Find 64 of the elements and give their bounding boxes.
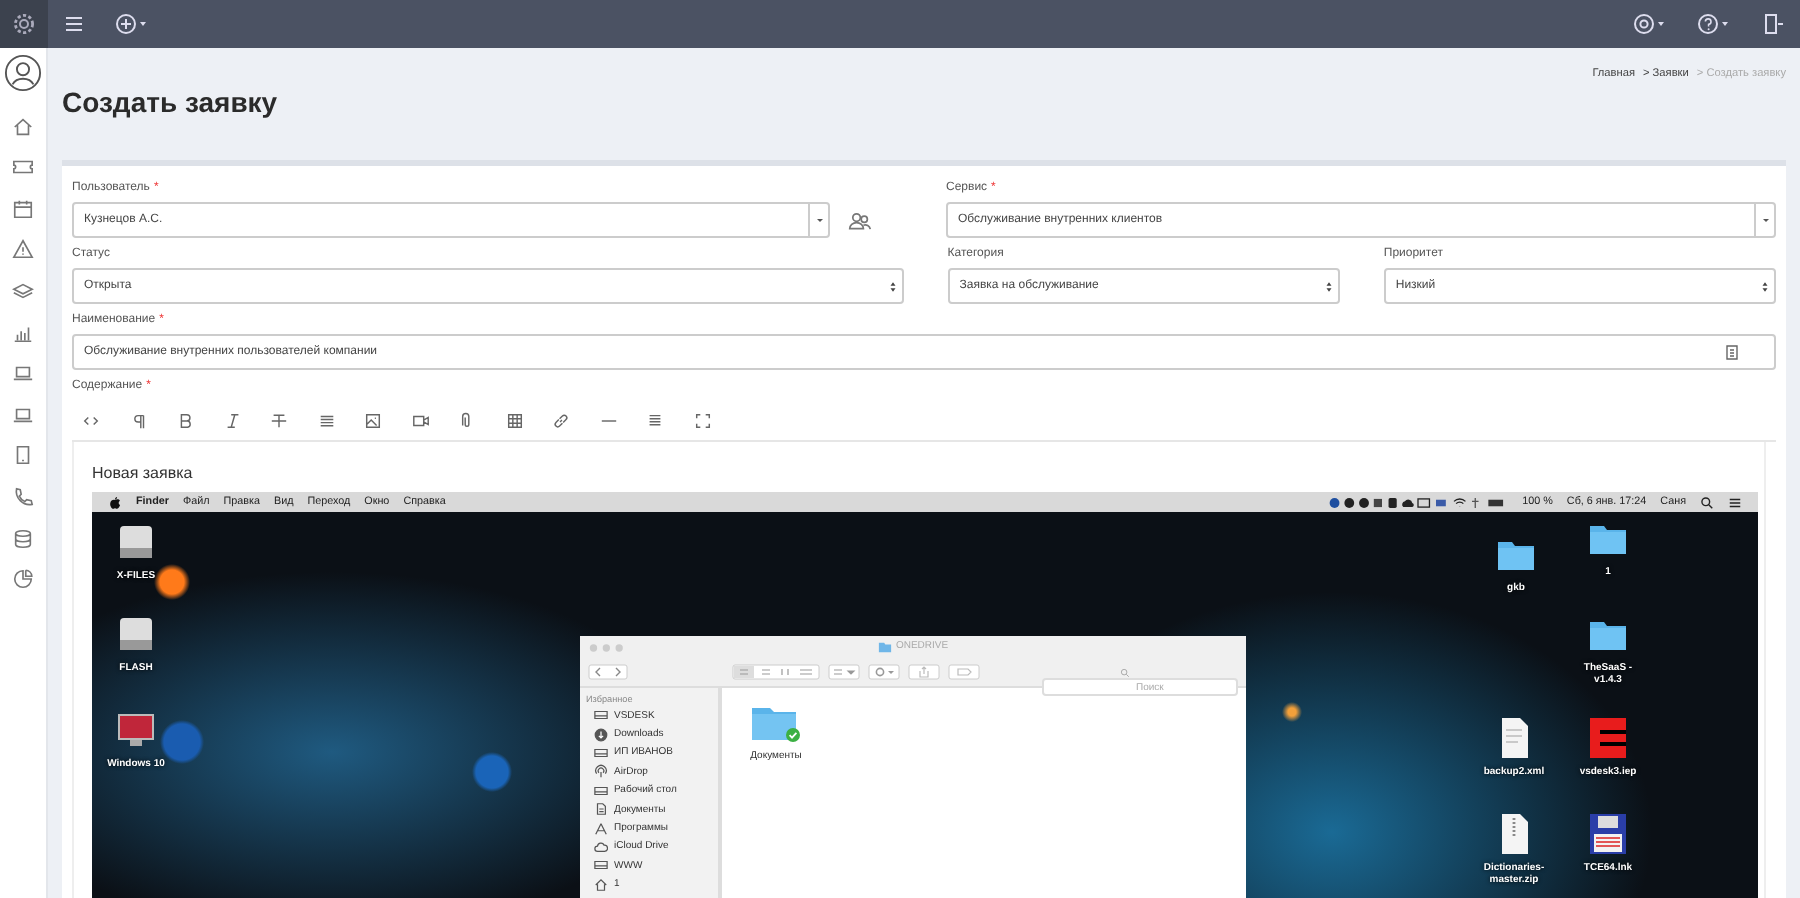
pie-icon[interactable]	[12, 568, 34, 591]
list-icon[interactable]	[1728, 495, 1742, 509]
drive-icon	[594, 858, 608, 873]
arrange-icon[interactable]	[828, 664, 860, 680]
paragraph-icon[interactable]	[129, 411, 147, 429]
up-down-icon	[1760, 279, 1770, 293]
back-forward-icon[interactable]	[588, 664, 628, 680]
apple-icon[interactable]	[108, 495, 122, 509]
home-icon	[594, 877, 608, 892]
phone-icon[interactable]	[12, 485, 34, 508]
database-icon[interactable]	[12, 527, 34, 550]
page-title: Создать заявку	[62, 86, 278, 122]
download-icon	[594, 727, 608, 742]
align-icon[interactable]	[646, 411, 664, 429]
video-icon[interactable]	[411, 411, 429, 429]
layers-icon[interactable]	[12, 279, 34, 302]
code-icon[interactable]	[82, 411, 100, 429]
bold-icon[interactable]	[176, 411, 194, 429]
search-icon	[1120, 667, 1130, 677]
settings-icon[interactable]	[12, 12, 36, 36]
fullscreen-icon[interactable]	[693, 411, 711, 429]
italic-icon[interactable]	[223, 411, 241, 429]
laptop-icon[interactable]	[12, 362, 34, 385]
document-icon	[594, 802, 608, 817]
drive-icon	[594, 783, 608, 798]
app-icon[interactable]	[1588, 716, 1628, 760]
drive-icon[interactable]	[116, 612, 156, 656]
caret-icon	[1759, 214, 1771, 226]
users-icon[interactable]	[848, 209, 872, 231]
link-icon[interactable]	[552, 411, 570, 429]
up-down-icon	[887, 279, 898, 293]
help-icon[interactable]	[1696, 12, 1732, 36]
warning-icon[interactable]	[12, 238, 34, 261]
list-icon[interactable]	[317, 411, 335, 429]
gear-icon[interactable]	[868, 664, 900, 680]
notifications-icon[interactable]	[1632, 12, 1668, 36]
drive-icon	[594, 745, 608, 760]
cloud-icon	[594, 839, 608, 854]
status-icons-drawing[interactable]	[1328, 495, 1509, 509]
image-icon[interactable]	[364, 411, 382, 429]
home-icon[interactable]	[12, 115, 34, 138]
search-icon[interactable]	[1700, 495, 1714, 509]
table-icon[interactable]	[505, 411, 523, 429]
clipboard-icon	[1724, 344, 1740, 360]
add-icon[interactable]	[114, 12, 150, 36]
logout-icon[interactable]	[1760, 12, 1784, 36]
airdrop-icon	[594, 764, 608, 779]
ticket-icon[interactable]	[12, 156, 34, 179]
menu-icon[interactable]	[62, 12, 86, 36]
floppy-icon[interactable]	[1588, 812, 1628, 856]
monitor-icon[interactable]	[116, 708, 156, 752]
calendar-icon[interactable]	[12, 197, 34, 220]
apps-icon	[594, 821, 608, 836]
avatar-icon[interactable]	[4, 54, 42, 92]
editor-heading: Новая заявка	[92, 464, 195, 482]
strike-icon[interactable]	[270, 411, 288, 429]
folder-icon	[877, 640, 892, 654]
clip-icon[interactable]	[458, 411, 476, 429]
caret-icon	[813, 214, 825, 226]
laptop-icon[interactable]	[12, 403, 34, 426]
drive-icon[interactable]	[116, 520, 156, 564]
drive-icon	[594, 708, 608, 723]
tablet-icon[interactable]	[12, 444, 34, 467]
up-down-icon	[1323, 279, 1334, 293]
